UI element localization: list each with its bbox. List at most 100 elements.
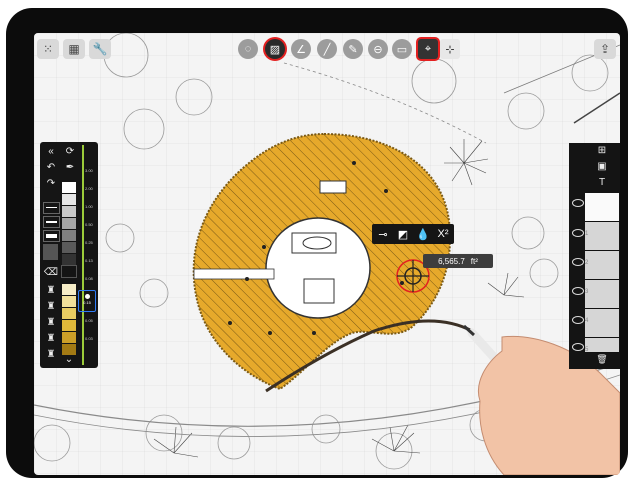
yellow-swatch-5[interactable] [62, 332, 76, 343]
gray-swatch-5[interactable] [62, 230, 76, 241]
layer-item-4[interactable]: 3 [585, 280, 619, 309]
undo-icon: ↶ [46, 162, 56, 173]
angle-tool-button[interactable]: ∠ [291, 39, 311, 59]
layer-label: 4 [585, 318, 589, 324]
line-weight-thick[interactable] [43, 230, 60, 242]
add-layer-button[interactable]: ⊞ [587, 145, 617, 159]
pen-nib-1[interactable]: ♜ [42, 284, 60, 297]
size-label-1: 3.00 [85, 168, 93, 173]
eyedropper-icon: ✒ [65, 162, 75, 173]
gray-swatch-2[interactable] [62, 194, 76, 205]
pencil-tool-icon: ✎ [348, 43, 358, 56]
current-color-swatch[interactable] [43, 244, 58, 260]
hatch-fill-button[interactable]: ▨ [265, 39, 285, 59]
drawing-canvas[interactable] [34, 33, 620, 475]
trash-button[interactable]: 🗑 [587, 354, 617, 367]
layer-item-3[interactable]: 2 [585, 251, 619, 280]
line-tool-button[interactable]: ╱ [317, 39, 337, 59]
gray-swatch-1[interactable] [62, 182, 76, 193]
keypad-icon: ⁙ [42, 42, 54, 56]
layer-label: 1 [585, 231, 589, 237]
size-slider-track [82, 145, 84, 365]
drop-opacity-button[interactable]: 💧 [414, 226, 432, 242]
yellow-swatch-1[interactable] [62, 284, 76, 295]
text-icon: T [598, 177, 606, 188]
size-label-2: 2.00 [85, 186, 93, 191]
pattern-fill-icon: ◌ [244, 43, 252, 55]
line-tool-icon: ╱ [323, 43, 331, 56]
fill-bucket-button[interactable]: ◩ [394, 226, 412, 242]
layers-panel: ⊞ ▣ T 1 2 3 4 5 🗑 [569, 143, 620, 369]
snap-crosshair-button[interactable]: ⌖ [418, 39, 438, 59]
share-icon: ⇪ [599, 42, 611, 56]
redo-icon: ↷ [46, 178, 56, 189]
snap-grid-button[interactable]: ⊹ [440, 39, 460, 59]
eyedropper-button[interactable]: ✒ [61, 161, 79, 174]
text-box-button[interactable]: ▭ [392, 39, 412, 59]
layer-item-2[interactable]: 1 [585, 222, 619, 251]
pen-nib-icon: ♜ [46, 285, 56, 296]
pen-nib-3[interactable]: ♜ [42, 316, 60, 329]
size-label-7: 0.08 [85, 276, 93, 281]
gray-swatch-8[interactable] [61, 265, 77, 278]
share-button[interactable]: ⇪ [594, 39, 616, 59]
eye-icon[interactable] [572, 343, 584, 351]
image-layer-button[interactable]: ▣ [587, 161, 617, 175]
size-slider[interactable]: 3.00 2.00 1.00 0.50 0.25 0.13 0.08 0.05 … [78, 142, 96, 368]
layer-label: 2 [585, 260, 589, 266]
gray-swatch-6[interactable] [62, 242, 76, 253]
text-layer-button[interactable]: T [587, 177, 617, 191]
size-label-3: 1.00 [85, 204, 93, 209]
pen-nib-icon: ♜ [46, 349, 56, 360]
yellow-swatch-4[interactable] [62, 320, 76, 331]
selected-size-badge[interactable]: 0.15 [78, 290, 96, 312]
eye-icon[interactable] [572, 229, 584, 237]
superscript-area-button[interactable]: X² [434, 226, 452, 242]
line-weight-medium[interactable] [43, 216, 60, 228]
gray-swatch-3[interactable] [62, 206, 76, 217]
redo-button[interactable]: ↷ [42, 177, 60, 190]
size-label-4: 0.50 [85, 222, 93, 227]
eye-icon[interactable] [572, 258, 584, 266]
keypad-button[interactable]: ⁙ [37, 39, 59, 59]
pen-nib-icon: ♜ [46, 333, 56, 344]
layer-item-1[interactable] [585, 193, 619, 222]
yellow-swatch-2[interactable] [62, 296, 76, 307]
line-style-button[interactable]: ⊸ [374, 226, 392, 242]
shape-tool-button[interactable]: ⊖ [368, 39, 388, 59]
undo-button[interactable]: ↶ [42, 161, 60, 174]
grid-view-button[interactable]: ▦ [63, 39, 85, 59]
tablet-frame: ⁙ ▦ 🔧 ◌ ▨ ∠ ╱ ✎ ⊖ ▭ ⌖ ⊹ ⇪ « ⟳ ↶ ✒ ↷ ⌫ ♜ … [6, 8, 628, 478]
eraser-icon: ⌫ [43, 267, 59, 278]
pen-nib-4[interactable]: ♜ [42, 332, 60, 345]
collapse-palette-button[interactable]: « [42, 145, 60, 158]
pen-nib-icon: ♜ [46, 301, 56, 312]
eye-icon[interactable] [572, 316, 584, 324]
trash-icon: 🗑 [596, 354, 608, 364]
selected-size-value: 0.15 [83, 300, 91, 305]
layer-item-5[interactable]: 4 [585, 309, 619, 338]
pen-nib-2[interactable]: ♜ [42, 300, 60, 313]
collapse-icon: « [48, 146, 54, 157]
text-box-icon: ▭ [396, 43, 408, 56]
gray-swatch-7[interactable] [62, 254, 76, 265]
eye-icon[interactable] [572, 287, 584, 295]
line-weight-thin[interactable] [43, 202, 60, 214]
grid-view-icon: ▦ [68, 42, 80, 56]
pencil-tool-button[interactable]: ✎ [343, 39, 363, 59]
canvas-screen[interactable]: ⁙ ▦ 🔧 ◌ ▨ ∠ ╱ ✎ ⊖ ▭ ⌖ ⊹ ⇪ « ⟳ ↶ ✒ ↷ ⌫ ♜ … [34, 33, 620, 475]
layer-item-6[interactable]: 5 [585, 338, 619, 353]
pen-nib-5[interactable]: ♜ [42, 348, 60, 361]
yellow-swatch-3[interactable] [62, 308, 76, 319]
pattern-fill-button[interactable]: ◌ [238, 39, 258, 59]
gray-swatch-4[interactable] [62, 218, 76, 229]
eye-icon[interactable] [572, 199, 584, 207]
snap-crosshair-icon: ⌖ [424, 42, 432, 55]
expand-palette-button[interactable]: ⌄ [60, 353, 78, 366]
layer-label: 5 [585, 347, 589, 353]
refresh-button[interactable]: ⟳ [61, 145, 79, 158]
eraser-button[interactable]: ⌫ [42, 266, 60, 279]
angle-tool-icon: ∠ [296, 43, 306, 56]
settings-button[interactable]: 🔧 [89, 39, 111, 59]
area-unit: ft² [470, 256, 478, 266]
